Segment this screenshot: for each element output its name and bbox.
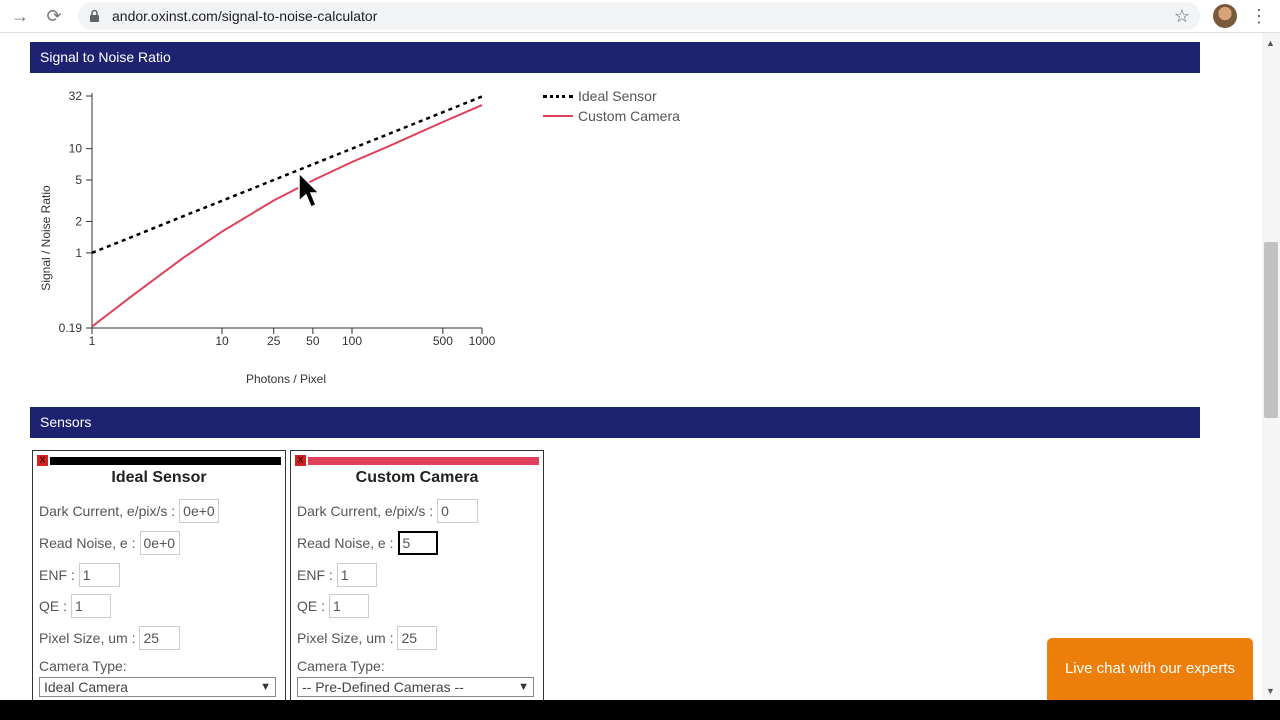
chart-legend: Ideal Sensor Custom Camera [543,86,680,126]
sensors-section-header: Sensors [30,407,1200,438]
chevron-down-icon: ▼ [260,681,271,693]
camera-type-value: -- Pre-Defined Cameras -- [302,679,464,695]
sensor-card-ideal: X Ideal Sensor Dark Current, e/pix/s : R… [32,450,286,705]
legend-swatch-custom [543,115,573,117]
scroll-up-icon[interactable]: ▲ [1266,38,1275,48]
dark-current-input[interactable] [437,499,479,523]
x-tick-label: 1000 [469,334,496,348]
pixel-size-input[interactable] [139,626,181,650]
screen-bottom-band [0,700,1280,720]
x-tick-label: 1 [89,334,96,348]
read-noise-input[interactable] [397,531,438,555]
dark-current-input[interactable] [179,499,220,523]
pixel-size-row: Pixel Size, um : [297,626,438,650]
read-noise-label: Read Noise, e : [39,535,136,551]
mouse-cursor-icon [298,172,320,208]
y-tick-label: 0.19 [59,321,83,335]
y-tick-label: 1 [75,246,82,260]
x-tick-label: 10 [215,334,229,348]
legend-item-custom: Custom Camera [543,106,680,126]
profile-avatar[interactable] [1213,4,1237,28]
chart-y-axis-label: Signal / Noise Ratio [39,185,53,291]
x-tick-label: 500 [433,334,453,348]
scroll-down-icon[interactable]: ▼ [1266,686,1275,696]
x-tick-label: 25 [267,334,281,348]
x-tick-label: 100 [342,334,362,348]
enf-row: ENF : [297,563,377,587]
camera-type-value: Ideal Camera [44,679,129,695]
legend-item-ideal: Ideal Sensor [543,86,680,106]
pixel-size-input[interactable] [397,626,438,650]
snr-section-header: Signal to Noise Ratio [30,42,1200,73]
dark-current-label: Dark Current, e/pix/s : [297,503,434,519]
legend-label-custom: Custom Camera [578,108,680,124]
legend-label-ideal: Ideal Sensor [578,88,657,104]
legend-swatch-ideal [543,94,573,98]
scrollbar-thumb[interactable] [1264,242,1278,418]
browser-menu-icon[interactable]: ⋮ [1250,4,1268,28]
qe-label: QE : [39,598,68,614]
qe-input[interactable] [329,594,370,618]
y-tick-label: 2 [75,214,82,228]
read-noise-row: Read Noise, e : [39,531,180,555]
snr-chart: 0.1912510321 10 25 50 100 500 1000 Photons / P… [39,89,496,386]
qe-row: QE : [39,594,112,618]
browser-toolbar: → ⟳ andor.oxinst.com/signal-to-noise-cal… [0,0,1280,33]
lock-icon [90,10,99,22]
url-text: andor.oxinst.com/signal-to-noise-calcula… [112,8,378,24]
live-chat-button[interactable]: Live chat with our experts [1047,638,1253,700]
dark-current-row: Dark Current, e/pix/s : [297,499,479,523]
dark-current-row: Dark Current, e/pix/s : [39,499,220,523]
dark-current-label: Dark Current, e/pix/s : [39,503,176,519]
sensor-color-bar [308,457,539,465]
address-bar[interactable]: andor.oxinst.com/signal-to-noise-calcula… [78,2,1200,30]
enf-input[interactable] [78,563,120,587]
series-line-ideal-sensor [91,95,483,254]
enf-row: ENF : [39,563,120,587]
camera-type-label: Camera Type: [39,658,127,674]
qe-label: QE : [297,598,326,614]
enf-label: ENF : [39,567,75,583]
enf-label: ENF : [297,567,333,583]
chart-x-axis-label: Photons / Pixel [246,372,326,386]
read-noise-input[interactable] [139,531,180,555]
close-icon[interactable]: X [295,455,306,466]
y-tick-label: 32 [69,89,83,103]
sensor-color-bar [50,457,281,465]
camera-type-label: Camera Type: [297,658,385,674]
camera-type-select[interactable]: Ideal Camera ▼ [39,677,276,697]
reload-icon[interactable]: ⟳ [42,4,66,28]
qe-row: QE : [297,594,370,618]
y-tick-label: 5 [75,173,82,187]
read-noise-label: Read Noise, e : [297,535,394,551]
chevron-down-icon: ▼ [518,681,529,693]
x-tick-label: 50 [306,334,320,348]
y-tick-label: 10 [69,142,83,156]
sensor-title: Ideal Sensor [111,469,207,486]
series-line-custom-camera [91,104,483,328]
camera-type-select[interactable]: -- Pre-Defined Cameras -- ▼ [297,677,534,697]
back-arrow-icon[interactable]: → [8,4,32,28]
bookmark-star-icon[interactable]: ☆ [1174,6,1190,27]
enf-input[interactable] [336,563,377,587]
read-noise-row: Read Noise, e : [297,531,438,555]
qe-input[interactable] [71,594,112,618]
pixel-size-label: Pixel Size, um : [297,630,394,646]
sensor-card-custom: X Custom Camera Dark Current, e/pix/s : … [290,450,544,705]
pixel-size-label: Pixel Size, um : [39,630,136,646]
close-icon[interactable]: X [37,455,48,466]
sensor-title: Custom Camera [355,469,479,486]
pixel-size-row: Pixel Size, um : [39,626,181,650]
